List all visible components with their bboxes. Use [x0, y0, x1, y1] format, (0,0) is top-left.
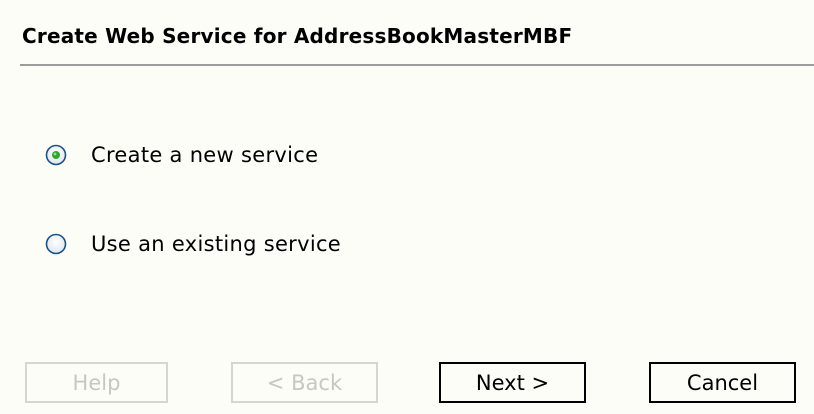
- option-use-existing-service[interactable]: Use an existing service: [44, 229, 341, 259]
- radio-unselected-icon[interactable]: [44, 232, 68, 256]
- option-label: Create a new service: [91, 143, 319, 167]
- option-label: Use an existing service: [91, 232, 342, 256]
- help-button[interactable]: Help: [25, 362, 168, 403]
- next-button[interactable]: Next >: [439, 362, 586, 403]
- title-divider: [20, 64, 814, 66]
- create-web-service-dialog: Create Web Service for AddressBookMaster…: [0, 0, 814, 414]
- cancel-button[interactable]: Cancel: [649, 362, 796, 403]
- back-button[interactable]: < Back: [231, 362, 378, 403]
- dialog-title: Create Web Service for AddressBookMaster…: [22, 24, 573, 48]
- radio-selected-icon[interactable]: [44, 143, 68, 167]
- option-create-new-service[interactable]: Create a new service: [44, 140, 318, 170]
